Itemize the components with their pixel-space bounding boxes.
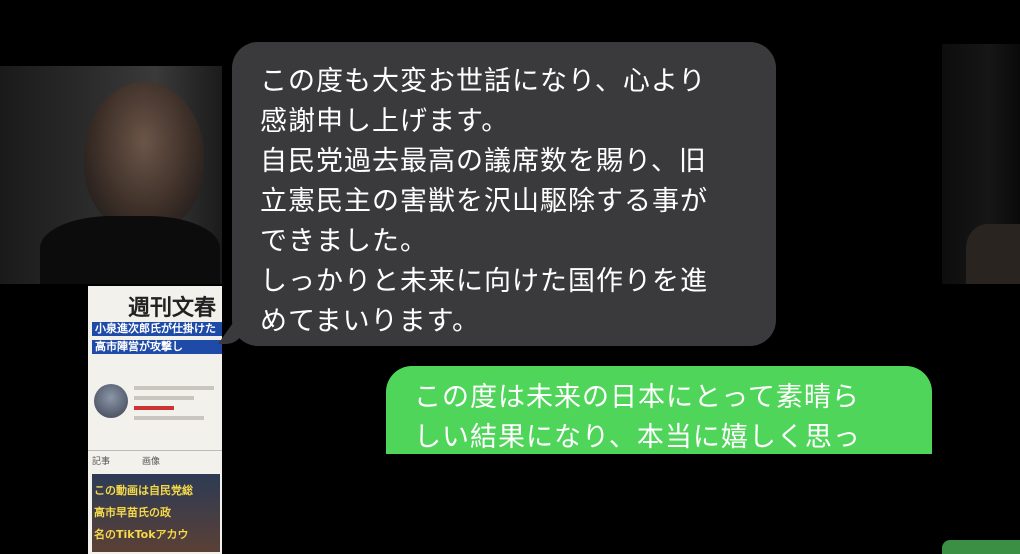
corner-green-element: [942, 540, 1020, 554]
author-avatar: [94, 384, 128, 418]
thumb-caption: 高市早苗氏の政: [94, 506, 171, 519]
person-suit: [40, 216, 220, 284]
tab-images[interactable]: 画像: [142, 454, 160, 467]
message-line: この度も大変お世話になり、心より: [260, 66, 707, 97]
background-shape: [966, 224, 1020, 284]
message-line: めてまいります。: [260, 306, 480, 337]
thumb-caption: この動画は自民党総: [94, 484, 193, 497]
message-line: 立憲民主の害獣を沢山駆除する事が: [260, 186, 708, 217]
tab-divider: [88, 450, 222, 451]
person-head: [84, 82, 204, 232]
tab-articles[interactable]: 記事: [92, 454, 110, 467]
magazine-article-thumbnail: 週刊文春 小泉進次郎氏が仕掛けた 高市陣営が攻撃し 記事 画像 この動画は自民党…: [88, 286, 222, 554]
background-right-thumbnail: [942, 44, 1020, 284]
message-line: 自民党過去最高の議席数を賜り、旧: [260, 146, 707, 177]
message-line: しい結果になり、本当に嬉しく思っ: [414, 422, 861, 453]
article-meta-lines: [134, 386, 214, 426]
magazine-title: 週刊文春: [128, 295, 217, 321]
magazine-headline: 高市陣営が攻撃し: [92, 340, 222, 354]
cropped-area: [222, 454, 942, 554]
video-thumbnail[interactable]: この動画は自民党総 高市早苗氏の政 名のTikTokアカウ: [92, 474, 220, 552]
incoming-message-bubble[interactable]: この度も大変お世話になり、心より 感謝申し上げます。 自民党過去最高の議席数を賜…: [232, 42, 776, 346]
magazine-headline: 小泉進次郎氏が仕掛けた: [92, 322, 222, 336]
message-line: しっかりと未来に向けた国作りを進: [260, 266, 708, 297]
message-line: この度は未来の日本にとって素晴ら: [414, 382, 860, 413]
message-line: 感謝申し上げます。: [260, 106, 510, 137]
background-video-thumbnail: [0, 66, 222, 284]
thumb-caption: 名のTikTokアカウ: [94, 528, 189, 541]
message-line: できました。: [260, 226, 428, 257]
outgoing-message-bubble[interactable]: この度は未来の日本にとって素晴ら しい結果になり、本当に嬉しく思っ: [386, 366, 932, 454]
